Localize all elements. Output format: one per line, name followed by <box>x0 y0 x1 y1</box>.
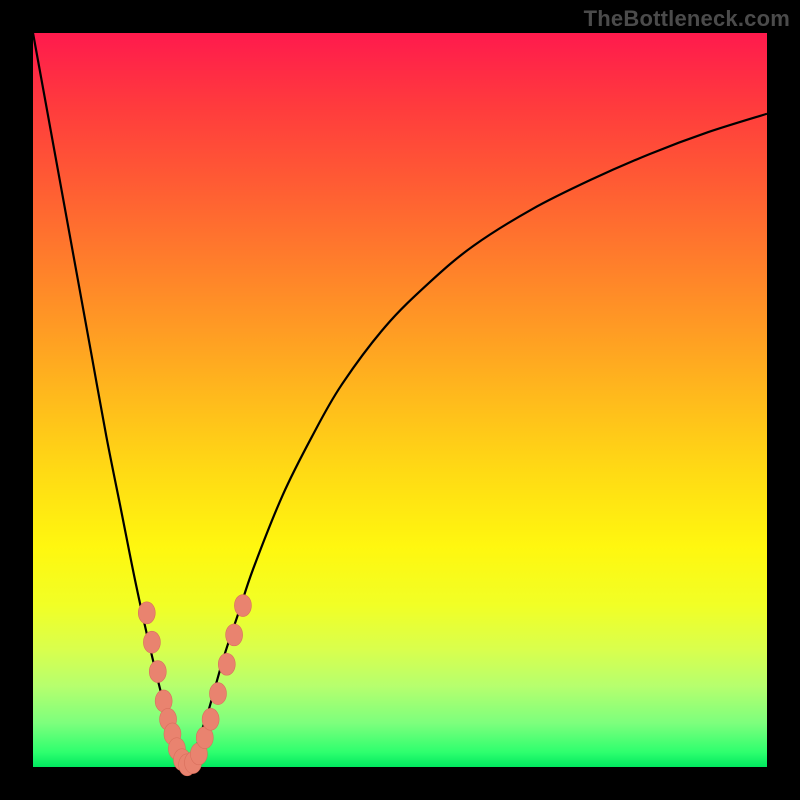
curve-marker <box>218 653 235 675</box>
watermark-text: TheBottleneck.com <box>584 6 790 32</box>
chart-svg <box>33 33 767 767</box>
curve-marker <box>226 624 243 646</box>
curve-marker <box>149 661 166 683</box>
curve-marker <box>138 602 155 624</box>
curve-marker <box>234 595 251 617</box>
curve-marker <box>202 708 219 730</box>
curve-marker <box>143 631 160 653</box>
chart-frame: TheBottleneck.com <box>0 0 800 800</box>
bottleneck-curve <box>33 33 767 767</box>
curve-marker <box>209 683 226 705</box>
